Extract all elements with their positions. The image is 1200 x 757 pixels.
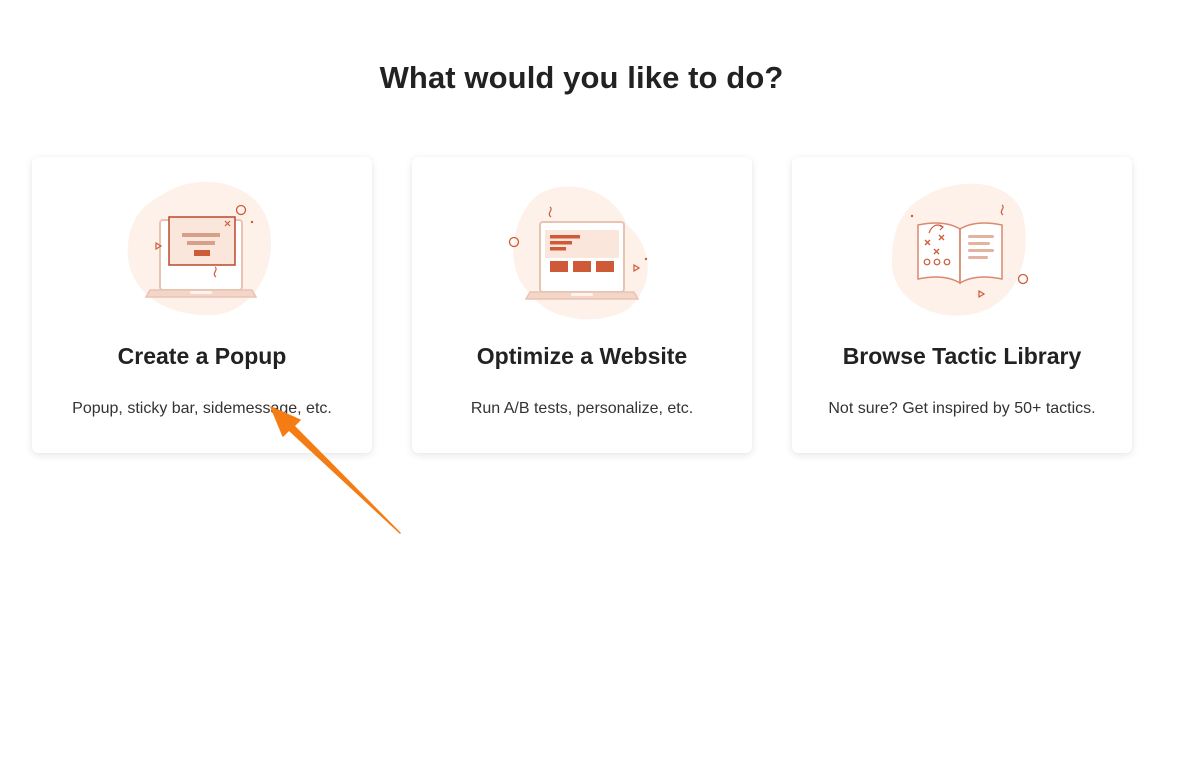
card-title: Create a Popup [117, 343, 287, 369]
card-title: Optimize a Website [476, 343, 688, 369]
optimize-website-card[interactable]: Optimize a Website Run A/B tests, person… [412, 157, 752, 453]
browse-tactic-library-card[interactable]: Browse Tactic Library Not sure? Get insp… [792, 157, 1132, 453]
card-description: Popup, sticky bar, sidemessage, etc. [72, 400, 332, 417]
page: What would you like to do? Create a Popu… [0, 0, 1200, 757]
card-description: Not sure? Get inspired by 50+ tactics. [828, 400, 1096, 417]
create-popup-card[interactable]: Create a Popup Popup, sticky bar, sideme… [32, 157, 372, 453]
card-description: Run A/B tests, personalize, etc. [470, 400, 694, 417]
laptop-website-icon [508, 186, 648, 320]
laptop-popup-icon [127, 181, 272, 316]
playbook-icon [891, 183, 1029, 316]
card-title: Browse Tactic Library [842, 343, 1082, 369]
page-title: What would you like to do? [379, 60, 784, 95]
